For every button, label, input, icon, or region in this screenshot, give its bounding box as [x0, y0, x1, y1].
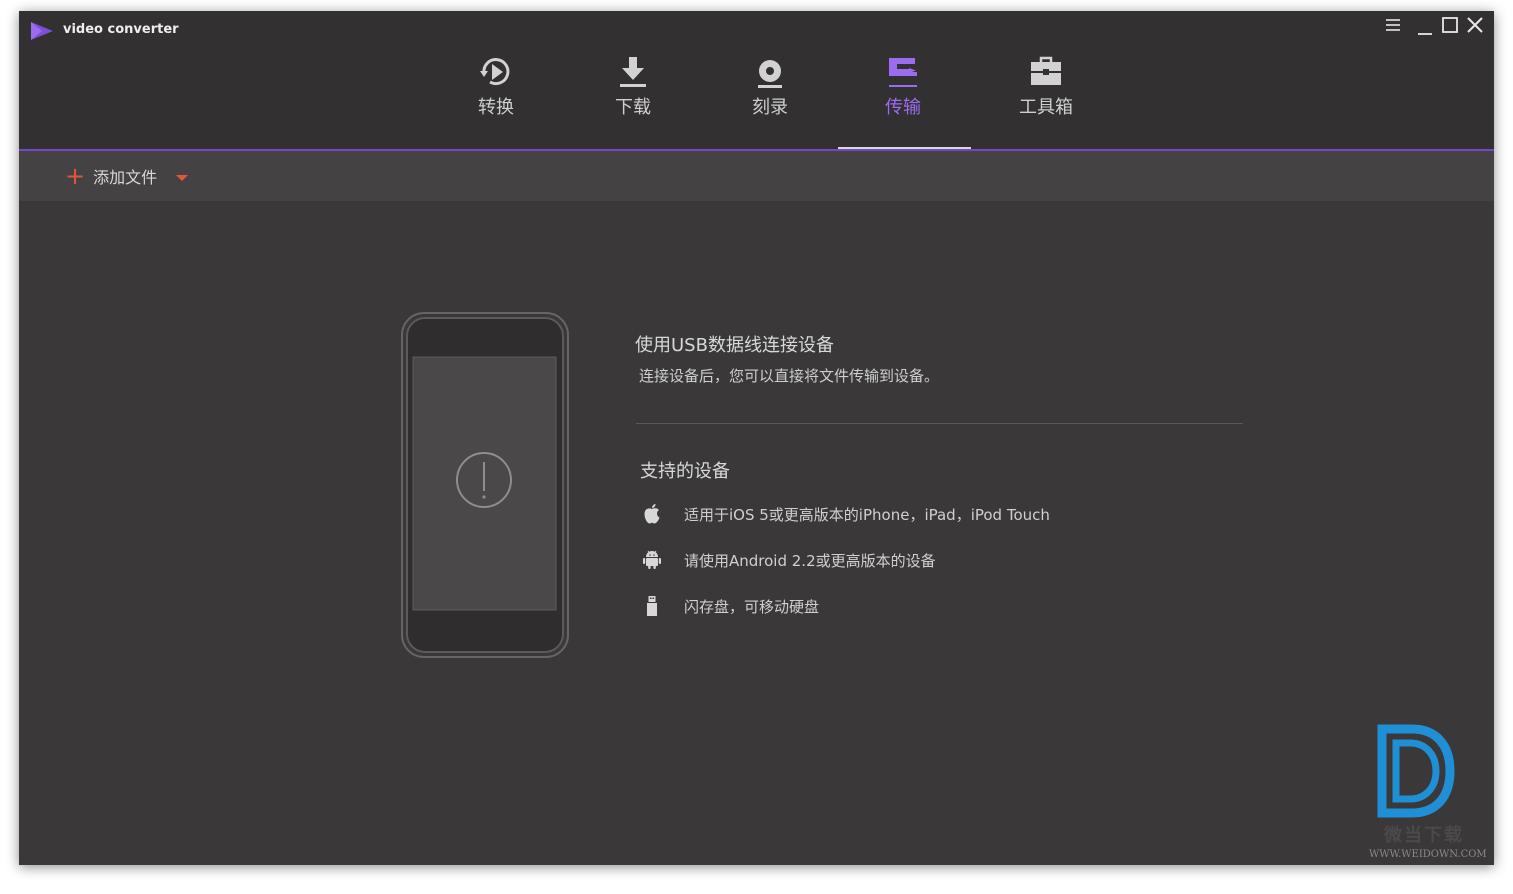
- device-row-usb: 闪存盘，可移动硬盘: [640, 594, 819, 618]
- maximize-button[interactable]: [1438, 15, 1462, 37]
- burn-disc-icon: [758, 60, 782, 88]
- close-icon: [1467, 17, 1483, 33]
- usb-drive-icon: [640, 594, 664, 618]
- tab-toolbox[interactable]: 工具箱: [996, 49, 1096, 149]
- tab-download[interactable]: 下载: [583, 49, 683, 149]
- watermark-url: WWW.WEIDOWN.COM: [1369, 849, 1487, 860]
- apple-icon: [640, 502, 664, 526]
- divider: [636, 423, 1243, 424]
- minimize-button[interactable]: [1414, 15, 1438, 37]
- app-window: video converter 转换 下载 刻录 传输 工具箱 + 添加文件 使…: [19, 11, 1494, 865]
- tab-label: 刻录: [752, 97, 788, 118]
- convert-play-icon: [480, 58, 510, 86]
- supported-devices-title: 支持的设备: [640, 461, 730, 482]
- minimize-icon: [1418, 33, 1432, 35]
- toolbar: + 添加文件: [19, 151, 1494, 201]
- watermark-text: 微当下载: [1384, 825, 1464, 846]
- tab-burn[interactable]: 刻录: [720, 49, 820, 149]
- tab-label: 转换: [478, 97, 514, 118]
- transfer-icon: [889, 58, 917, 87]
- device-text: 适用于iOS 5或更高版本的iPhone，iPad，iPod Touch: [684, 505, 1050, 524]
- add-file-label: 添加文件: [93, 168, 158, 187]
- hamburger-menu-icon: [1386, 19, 1400, 31]
- app-title: video converter: [63, 22, 179, 37]
- connect-title: 使用USB数据线连接设备: [635, 335, 834, 356]
- device-row-android: 请使用Android 2.2或更高版本的设备: [640, 548, 936, 572]
- maximize-icon: [1442, 17, 1458, 33]
- device-row-ios: 适用于iOS 5或更高版本的iPhone，iPad，iPod Touch: [640, 502, 1050, 526]
- device-text: 请使用Android 2.2或更高版本的设备: [684, 551, 936, 570]
- download-icon: [620, 57, 646, 87]
- add-file-dropdown-icon[interactable]: [176, 175, 188, 181]
- tab-label: 下载: [615, 97, 651, 118]
- add-file-button[interactable]: + 添加文件: [65, 163, 157, 189]
- phone-illustration: [401, 312, 569, 658]
- app-logo-icon: [31, 22, 53, 40]
- tab-convert[interactable]: 转换: [446, 49, 546, 149]
- title-bar: video converter 转换 下载 刻录 传输 工具箱: [19, 11, 1494, 150]
- tab-label: 工具箱: [1019, 97, 1073, 118]
- plus-icon: +: [65, 162, 86, 190]
- android-icon: [640, 548, 664, 572]
- toolbox-icon: [1031, 56, 1061, 85]
- device-text: 闪存盘，可移动硬盘: [684, 597, 820, 616]
- tab-label: 传输: [885, 97, 921, 118]
- tab-transfer[interactable]: 传输: [853, 49, 953, 149]
- connect-subtitle: 连接设备后，您可以直接将文件传输到设备。: [639, 367, 940, 385]
- close-button[interactable]: [1463, 15, 1487, 37]
- menu-button[interactable]: [1381, 15, 1405, 37]
